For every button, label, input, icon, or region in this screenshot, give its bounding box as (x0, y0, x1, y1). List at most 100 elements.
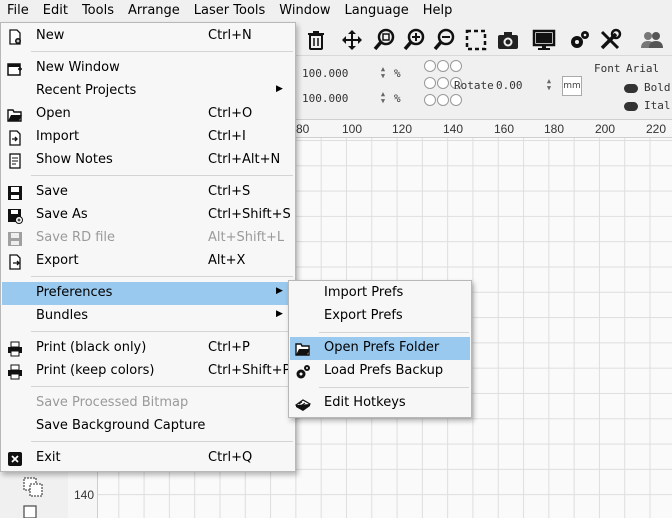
main-toolbar (296, 22, 672, 56)
zoom-in-icon[interactable] (400, 26, 428, 54)
notes-icon (6, 152, 24, 170)
save-icon (6, 184, 24, 202)
height-spinner[interactable]: ▲ ▼ (378, 91, 388, 105)
font-label: Font (594, 62, 621, 75)
menu-item-preferences[interactable]: Preferences ▶ (2, 282, 294, 305)
font-select[interactable]: Arial (626, 62, 659, 75)
menu-window[interactable]: Window (272, 0, 337, 22)
printer-icon (6, 340, 24, 358)
menu-item-import-prefs[interactable]: Import Prefs (290, 282, 470, 305)
property-bar: 100.000 ▲ ▼ % 100.000 ▲ ▼ % Rotate 0.00 ▲ ▼… (296, 56, 672, 120)
menu-item-export-prefs[interactable]: Export Prefs (290, 305, 470, 328)
menu-separator (319, 387, 469, 388)
printer-icon (6, 363, 24, 381)
height-input[interactable]: 100.000 (302, 92, 348, 105)
menu-separator (31, 51, 293, 52)
export-icon (6, 253, 24, 271)
menu-separator (31, 175, 293, 176)
menu-item-export[interactable]: Export Alt+X (2, 250, 294, 273)
bold-toggle[interactable] (624, 84, 638, 93)
menu-help[interactable]: Help (416, 0, 460, 22)
menu-item-exit[interactable]: Exit Ctrl+Q (2, 447, 294, 470)
trash-icon[interactable] (302, 26, 330, 54)
users-icon[interactable] (638, 26, 666, 54)
menu-item-new[interactable]: New Ctrl+N (2, 25, 294, 48)
menu-item-save-as[interactable]: Save As Ctrl+Shift+S (2, 204, 294, 227)
width-input[interactable]: 100.000 (302, 67, 348, 80)
menu-item-load-prefs-backup[interactable]: Load Prefs Backup (290, 360, 470, 383)
ruler-tick-label: 80 (296, 122, 310, 136)
rotate-label: Rotate (454, 79, 494, 92)
menu-item-recent-projects[interactable]: Recent Projects ▶ (2, 80, 294, 103)
monitor-icon[interactable] (530, 26, 558, 54)
menu-item-save-background-capture[interactable]: Save Background Capture (2, 415, 294, 438)
menu-separator (319, 332, 469, 333)
ruler-tick-label: 120 (392, 122, 413, 136)
menu-item-save[interactable]: Save Ctrl+S (2, 181, 294, 204)
menu-item-open-prefs-folder[interactable]: Open Prefs Folder (290, 337, 470, 360)
menu-item-open[interactable]: Open Ctrl+O (2, 103, 294, 126)
group-icon[interactable] (22, 476, 46, 498)
new-window-icon (6, 60, 24, 78)
move-icon[interactable] (338, 26, 366, 54)
menu-item-bundles[interactable]: Bundles ▶ (2, 305, 294, 328)
menu-item-edit-hotkeys[interactable]: Edit Hotkeys (290, 392, 470, 415)
file-menu: New Ctrl+N New Window Recent Projects ▶ … (0, 22, 296, 472)
ruler-tick-label: 220 (646, 122, 667, 136)
unit-button[interactable]: mm (562, 76, 582, 96)
open-folder-icon (294, 340, 312, 358)
vertical-ruler: 140 (68, 470, 98, 518)
submenu-arrow-icon: ▶ (276, 286, 283, 296)
close-icon (6, 450, 24, 468)
keyboard-icon (294, 395, 312, 413)
submenu-arrow-icon: ▶ (276, 309, 283, 319)
width-spinner[interactable]: ▲ ▼ (378, 66, 388, 80)
italic-toggle[interactable] (624, 102, 638, 111)
rotate-input[interactable]: 0.00 (496, 79, 523, 92)
menu-separator (31, 276, 293, 277)
menu-item-import[interactable]: Import Ctrl+I (2, 126, 294, 149)
bold-label: Bold (644, 81, 671, 94)
submenu-arrow-icon: ▶ (276, 84, 283, 94)
import-icon (6, 129, 24, 147)
menu-laser-tools[interactable]: Laser Tools (187, 0, 272, 22)
menu-file[interactable]: File (0, 0, 36, 22)
tools-icon[interactable] (596, 26, 624, 54)
menu-edit[interactable]: Edit (36, 0, 75, 22)
menu-item-print-black[interactable]: Print (black only) Ctrl+P (2, 337, 294, 360)
menu-item-show-notes[interactable]: Show Notes Ctrl+Alt+N (2, 149, 294, 172)
menu-tools[interactable]: Tools (75, 0, 121, 22)
rotate-spinner[interactable]: ▲ ▼ (544, 78, 554, 92)
open-folder-icon (6, 106, 24, 124)
save-as-icon (6, 207, 24, 225)
left-toolbox (0, 470, 68, 518)
menu-language[interactable]: Language (338, 0, 416, 22)
ruler-tick-label: 180 (544, 122, 565, 136)
menu-item-print-colors[interactable]: Print (keep colors) Ctrl+Shift+P (2, 360, 294, 383)
ruler-tick-label: 140 (74, 488, 95, 502)
save-rd-icon (6, 230, 24, 248)
ruler-tick-label: 100 (342, 122, 363, 136)
gears-icon (294, 363, 312, 381)
horizontal-ruler: 80 100 120 140 160 180 200 220 (296, 120, 672, 138)
ruler-tick-label: 200 (595, 122, 616, 136)
menubar: File Edit Tools Arrange Laser Tools Wind… (0, 0, 672, 22)
gears-icon[interactable] (566, 26, 594, 54)
camera-icon[interactable] (494, 26, 522, 54)
select-frame-icon[interactable] (462, 26, 490, 54)
menu-item-save-processed-bitmap: Save Processed Bitmap (36, 395, 189, 410)
menu-separator (31, 386, 293, 387)
ungroup-icon[interactable] (22, 504, 46, 518)
ruler-tick-label: 140 (443, 122, 464, 136)
menu-arrange[interactable]: Arrange (121, 0, 187, 22)
anchor-selector[interactable] (424, 60, 462, 110)
height-percent: % (394, 92, 401, 105)
zoom-fit-icon[interactable] (370, 26, 398, 54)
ruler-tick-label: 160 (494, 122, 515, 136)
zoom-out-icon[interactable] (430, 26, 458, 54)
width-percent: % (394, 67, 401, 80)
preferences-submenu: Import Prefs Export Prefs Open Prefs Fol… (288, 280, 472, 418)
menu-separator (31, 441, 293, 442)
italic-label: Ital (644, 99, 671, 112)
menu-item-new-window[interactable]: New Window (2, 57, 294, 80)
